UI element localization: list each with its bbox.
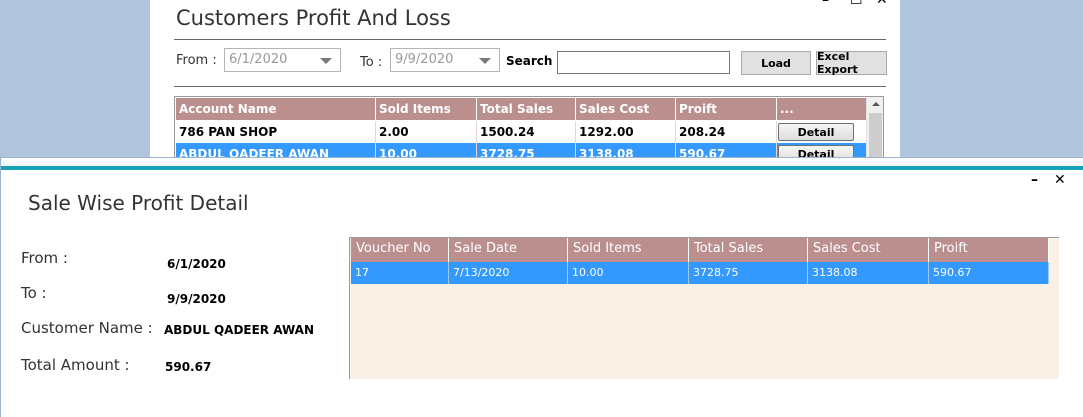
voucher-no-cell: 17 — [351, 262, 449, 284]
search-input[interactable] — [557, 51, 730, 74]
column-header[interactable]: Sold Items — [568, 238, 689, 262]
from-value: 6/1/2020 — [167, 257, 226, 271]
sale-date-cell: 7/13/2020 — [449, 262, 568, 284]
column-header[interactable]: Sold Items — [376, 98, 477, 120]
column-header[interactable]: Sales Cost — [808, 238, 929, 262]
column-header[interactable]: Total Sales — [689, 238, 808, 262]
profit-cell: 208.24 — [676, 121, 777, 143]
column-header[interactable]: ... — [777, 98, 867, 120]
account-name-cell: 786 PAN SHOP — [176, 121, 376, 143]
from-label: From : — [176, 53, 217, 68]
maximize-icon[interactable]: ☐ — [850, 0, 863, 8]
sale-detail-table: Voucher No Sale Date Sold Items Total Sa… — [349, 237, 1059, 379]
load-button[interactable]: Load — [741, 51, 811, 75]
title-divider — [174, 39, 886, 40]
sale-wise-profit-detail-dialog: Sale Wise Profit Detail – ✕ From : 6/1/2… — [0, 157, 1083, 417]
sold-items-cell: 10.00 — [568, 262, 689, 284]
customers-profit-loss-window: Customers Profit And Loss – ☐ ✕ From : 6… — [150, 0, 900, 165]
to-label: To : — [360, 55, 383, 70]
dialog-title: Sale Wise Profit Detail — [28, 191, 249, 215]
toolbar-divider — [174, 86, 886, 87]
minimize-icon[interactable]: – — [822, 0, 829, 8]
table-row[interactable]: 17 7/13/2020 10.00 3728.75 3138.08 590.6… — [351, 262, 1049, 284]
sales-cost-cell: 1292.00 — [576, 121, 676, 143]
detail-button[interactable]: Detail — [778, 123, 854, 141]
column-header[interactable]: Voucher No — [351, 238, 449, 262]
scroll-up-icon[interactable] — [872, 102, 880, 106]
column-header[interactable]: Proift — [676, 98, 777, 120]
column-header[interactable]: Total Sales — [477, 98, 576, 120]
close-icon[interactable]: ✕ — [1054, 172, 1066, 188]
chevron-down-icon[interactable] — [320, 58, 332, 64]
sold-items-cell: 2.00 — [376, 121, 477, 143]
table-row[interactable]: 786 PAN SHOP 2.00 1500.24 1292.00 208.24… — [176, 121, 867, 143]
from-date-value: 6/1/2020 — [229, 52, 288, 67]
sales-cost-cell: 3138.08 — [808, 262, 929, 284]
vertical-scrollbar[interactable] — [866, 97, 883, 165]
minimize-icon[interactable]: – — [1031, 172, 1038, 188]
profit-cell: 590.67 — [929, 262, 1049, 284]
to-value: 9/9/2020 — [167, 292, 226, 306]
customer-name-value: ABDUL QADEER AWAN — [164, 323, 314, 337]
dialog-top-accent-bar — [1, 159, 1083, 170]
table-header: Voucher No Sale Date Sold Items Total Sa… — [351, 238, 1049, 262]
action-cell: Detail — [777, 121, 867, 143]
customer-name-label: Customer Name : — [21, 319, 153, 337]
excel-export-button[interactable]: Excel Export — [816, 50, 887, 76]
column-header[interactable]: Account Name — [176, 98, 376, 120]
search-label: Search : — [506, 54, 562, 68]
total-sales-cell: 3728.75 — [689, 262, 808, 284]
table-header: Account Name Sold Items Total Sales Sale… — [176, 98, 867, 120]
chevron-down-icon[interactable] — [479, 58, 491, 64]
from-label: From : — [21, 249, 68, 267]
to-date-picker[interactable]: 9/9/2020 — [390, 48, 500, 72]
column-header[interactable]: Proift — [929, 238, 1049, 262]
to-date-value: 9/9/2020 — [395, 52, 454, 67]
customers-table: Account Name Sold Items Total Sales Sale… — [174, 96, 884, 165]
total-sales-cell: 1500.24 — [477, 121, 576, 143]
window-title: Customers Profit And Loss — [176, 6, 451, 30]
column-header[interactable]: Sales Cost — [576, 98, 676, 120]
total-amount-value: 590.67 — [165, 360, 212, 374]
to-label: To : — [21, 284, 47, 302]
column-header[interactable]: Sale Date — [449, 238, 568, 262]
from-date-picker[interactable]: 6/1/2020 — [224, 48, 341, 72]
close-icon[interactable]: ✕ — [876, 0, 888, 8]
total-amount-label: Total Amount : — [21, 356, 130, 374]
